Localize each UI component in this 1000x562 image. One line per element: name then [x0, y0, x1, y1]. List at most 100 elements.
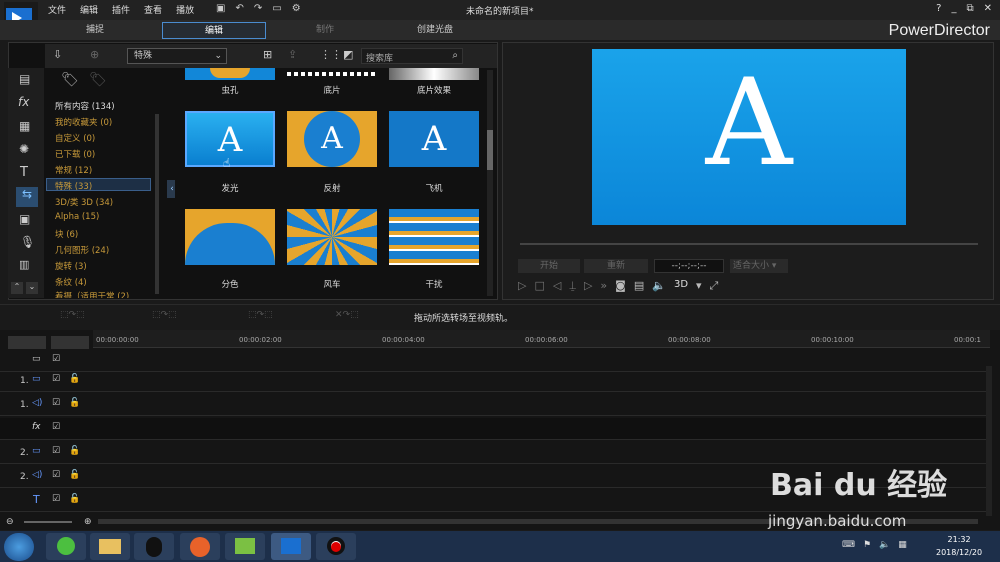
- timeline-view-button[interactable]: [8, 336, 46, 349]
- firefox-icon[interactable]: [180, 533, 220, 560]
- lock-icon[interactable]: 🔓: [69, 470, 80, 480]
- fit-dropdown[interactable]: 适合大小 ▾: [730, 259, 788, 273]
- search-input[interactable]: 搜索库 ⌕: [361, 48, 463, 64]
- track-checkbox[interactable]: ☑: [52, 422, 60, 432]
- track-checkbox[interactable]: ☑: [52, 374, 60, 384]
- category-item-selected[interactable]: 特殊 (33): [55, 180, 92, 192]
- apply-to-all-icon[interactable]: ⬚↷⬚: [60, 310, 85, 320]
- help-button[interactable]: ?: [936, 3, 941, 14]
- clock[interactable]: 21:32 2018/12/20: [936, 535, 982, 557]
- volume-tray-icon[interactable]: 🔈: [879, 540, 890, 550]
- category-item[interactable]: 我的收藏夹 (0): [55, 116, 112, 128]
- voiceover-room-icon[interactable]: 🎙: [20, 235, 35, 249]
- snapshot-icon[interactable]: ◙: [615, 279, 626, 293]
- new-item-icon[interactable]: ⊞: [263, 48, 272, 61]
- track-checkbox[interactable]: ☑: [52, 354, 60, 364]
- track-checkbox[interactable]: ☑: [52, 470, 60, 480]
- menu-file[interactable]: 文件: [48, 3, 66, 16]
- zoom-in-icon[interactable]: ⊕: [84, 517, 92, 527]
- fast-forward-icon[interactable]: »: [600, 279, 607, 293]
- track-checkbox[interactable]: ☑: [52, 398, 60, 408]
- keyboard-icon[interactable]: ⌨: [842, 540, 855, 550]
- thumb-color-split[interactable]: [185, 209, 275, 265]
- thumb-reflect[interactable]: A: [287, 111, 377, 167]
- lock-icon[interactable]: 🔓: [69, 398, 80, 408]
- audio-mix-room-icon[interactable]: ▣: [19, 212, 30, 226]
- minimize-button[interactable]: _: [951, 3, 956, 14]
- menu-view[interactable]: 查看: [144, 3, 162, 16]
- mark-out-button[interactable]: 重新: [584, 259, 648, 273]
- cross-transition-icon[interactable]: ✕↷⬚: [335, 310, 359, 320]
- category-item[interactable]: 着摄（适用于常 (2): [55, 290, 129, 298]
- restore-button[interactable]: ⧉: [966, 3, 973, 14]
- timeline-vscroll[interactable]: [986, 366, 992, 516]
- expand-icon[interactable]: ◩: [343, 48, 353, 61]
- mark-in-button[interactable]: 开始: [518, 259, 580, 273]
- particle-room-icon[interactable]: ✺: [19, 142, 29, 156]
- save-icon[interactable]: ▣: [216, 3, 225, 14]
- storyboard-view-button[interactable]: [51, 336, 89, 349]
- qq-icon[interactable]: [134, 533, 174, 560]
- lock-icon[interactable]: 🔓: [69, 494, 80, 504]
- effects-room-icon[interactable]: fx: [18, 95, 29, 109]
- tab-edit[interactable]: 编辑: [162, 22, 266, 39]
- network-flag-icon[interactable]: ⚑: [863, 540, 871, 550]
- import-icon[interactable]: ⇩: [53, 48, 62, 61]
- thumb-film-effect[interactable]: [389, 68, 479, 80]
- thumb-airplane[interactable]: A: [389, 111, 479, 167]
- zoom-out-icon[interactable]: ⊖: [6, 517, 14, 527]
- zoom-slider[interactable]: [24, 521, 72, 523]
- category-item[interactable]: 常规 (12): [55, 164, 92, 176]
- tab-capture[interactable]: 捕捉: [60, 22, 130, 39]
- category-dropdown[interactable]: 特殊 ⌄: [127, 48, 227, 64]
- close-button[interactable]: ✕: [984, 3, 992, 14]
- plugin-icon[interactable]: ⊕: [90, 48, 99, 61]
- postfix-transition-icon[interactable]: ⬚↷⬚: [248, 310, 273, 320]
- thumb-interference[interactable]: [389, 209, 479, 265]
- chevron-up-icon[interactable]: ⌃: [11, 282, 23, 294]
- tab-produce[interactable]: 制作: [290, 22, 360, 39]
- media-room-icon[interactable]: ▤: [19, 72, 30, 86]
- category-item[interactable]: 旋转 (3): [55, 260, 87, 272]
- chevron-down-icon[interactable]: ▾: [696, 279, 702, 293]
- redo-icon[interactable]: ↷: [254, 3, 262, 14]
- category-item[interactable]: Alpha (15): [55, 212, 99, 222]
- track-checkbox[interactable]: ☑: [52, 446, 60, 456]
- aspect-ratio-icon[interactable]: ▭: [272, 3, 281, 14]
- 3d-toggle[interactable]: 3D: [674, 279, 688, 293]
- menu-play[interactable]: 播放: [176, 3, 194, 16]
- stop-icon[interactable]: □: [534, 279, 544, 293]
- undock-icon[interactable]: ⤢: [710, 279, 719, 293]
- settings-gear-icon[interactable]: ⚙: [292, 3, 301, 14]
- thumb-windmill[interactable]: [287, 209, 377, 265]
- category-scrollbar[interactable]: [155, 114, 159, 294]
- track-checkbox[interactable]: ☑: [52, 494, 60, 504]
- thumb-wormhole[interactable]: [185, 68, 275, 80]
- grid-scrollbar[interactable]: [487, 70, 493, 296]
- time-ruler[interactable]: 00:00:00:00 00:00:02:00 00:00:04:00 00:0…: [93, 330, 990, 348]
- search-icon[interactable]: ⌕: [452, 50, 458, 61]
- category-item[interactable]: 自定义 (0): [55, 132, 95, 144]
- prefix-transition-icon[interactable]: ⬚↷⬚: [152, 310, 177, 320]
- app-360-icon[interactable]: [46, 533, 86, 560]
- tab-create-disc[interactable]: 创建光盘: [395, 22, 475, 39]
- lock-icon[interactable]: 🔓: [69, 446, 80, 456]
- subtitle-icon[interactable]: ▤: [634, 279, 644, 293]
- split-icon[interactable]: ⍊: [569, 279, 576, 293]
- start-button[interactable]: [4, 533, 34, 561]
- menu-edit[interactable]: 编辑: [80, 3, 98, 16]
- category-item[interactable]: 条纹 (4): [55, 276, 87, 288]
- record-icon[interactable]: [316, 533, 356, 560]
- play-icon[interactable]: ▷: [518, 279, 526, 293]
- tag-remove-icon[interactable]: 🏷: [89, 72, 107, 88]
- tag-add-icon[interactable]: 🏷: [61, 72, 79, 88]
- powerdirector-taskbar-icon[interactable]: [271, 533, 311, 560]
- export-icon[interactable]: ⇪: [288, 48, 297, 61]
- lock-icon[interactable]: 🔓: [69, 374, 80, 384]
- thumb-film[interactable]: [287, 68, 377, 80]
- category-item[interactable]: 所有内容 (134): [55, 100, 115, 112]
- category-item[interactable]: 已下载 (0): [55, 148, 95, 160]
- pip-room-icon[interactable]: ▦: [19, 119, 30, 133]
- grid-view-icon[interactable]: ⋮⋮: [320, 48, 342, 61]
- volume-icon[interactable]: 🔈: [652, 279, 666, 293]
